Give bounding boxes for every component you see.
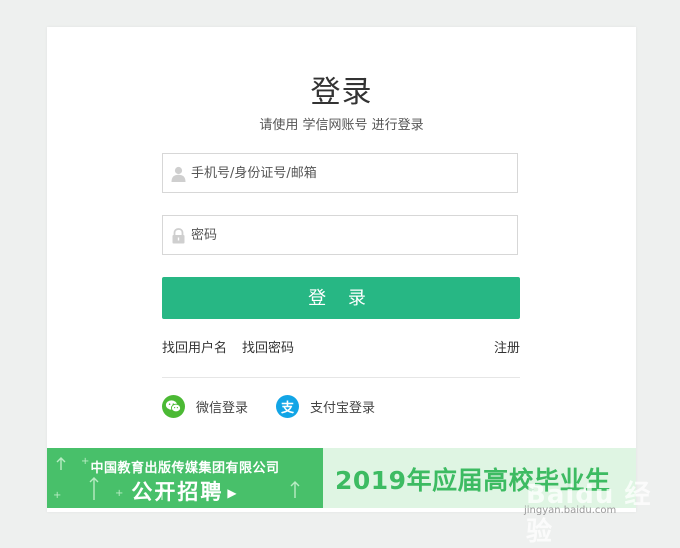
password-input[interactable] — [191, 216, 511, 254]
alipay-icon: 支 — [276, 394, 299, 418]
find-username-link[interactable]: 找回用户名 — [162, 337, 227, 356]
banner-cta-label: 公开招聘 — [131, 480, 224, 504]
lock-icon — [172, 228, 185, 244]
username-field[interactable] — [162, 153, 518, 193]
recruitment-banner[interactable]: + + + + 中国教育出版传媒集团有限公司 公开招聘▶ 2019年应届高校毕业… — [47, 448, 636, 508]
page-title: 登录 — [310, 75, 373, 110]
username-input[interactable] — [191, 154, 511, 192]
login-button[interactable]: 登 录 — [162, 277, 520, 319]
register-link[interactable]: 注册 — [494, 337, 520, 356]
play-triangle-icon: ▶ — [227, 486, 239, 500]
password-field[interactable] — [162, 215, 518, 255]
alipay-login-label: 支付宝登录 — [310, 400, 376, 416]
banner-headline: 2019年应届高校毕业生 — [335, 466, 611, 495]
wechat-login[interactable]: 微信登录 — [162, 394, 248, 418]
banner-org-name: 中国教育出版传媒集团有限公司 — [90, 461, 280, 476]
banner-left-panel: + + + + 中国教育出版传媒集团有限公司 公开招聘▶ — [47, 448, 323, 508]
wechat-login-label: 微信登录 — [196, 400, 249, 416]
user-icon — [171, 166, 186, 182]
account-links: 找回用户名 找回密码 注册 — [162, 337, 520, 356]
alipay-login[interactable]: 支 支付宝登录 — [276, 394, 375, 418]
find-password-link[interactable]: 找回密码 — [242, 337, 294, 356]
banner-cta[interactable]: 公开招聘 ▶ — [47, 476, 323, 506]
divider — [162, 377, 520, 378]
login-subtitle: 请使用 学信网账号 进行登录 — [259, 118, 424, 133]
wechat-icon — [162, 394, 185, 418]
login-card: 登录 请使用 学信网账号 进行登录 登 录 找回用户名 找回密码 注册 — [47, 27, 636, 512]
